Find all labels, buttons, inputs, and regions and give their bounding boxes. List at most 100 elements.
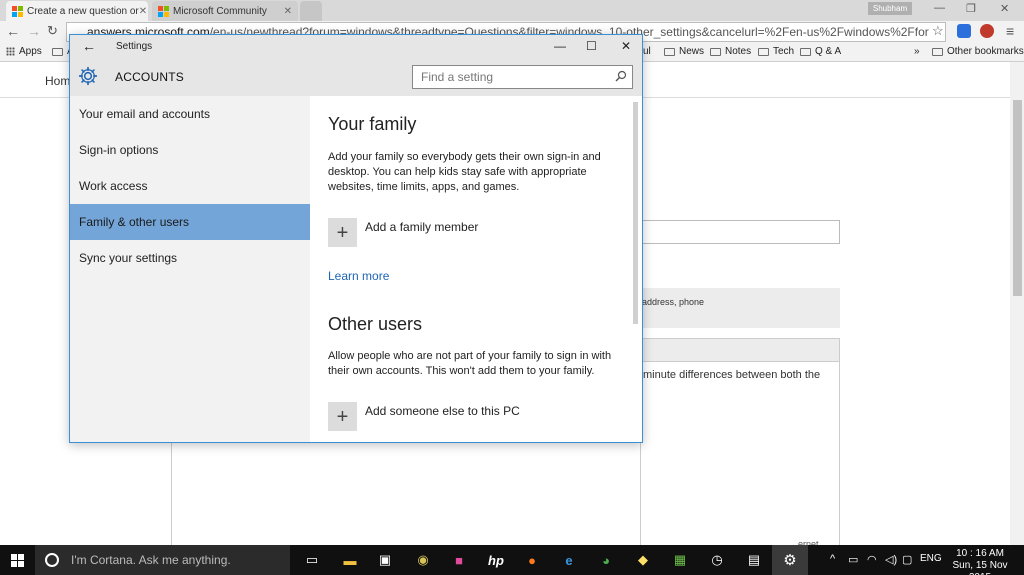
content-scrollbar[interactable] [633,102,638,324]
your-family-description: Add your family so everybody gets their … [328,151,601,193]
bookmark-label: News [679,46,705,57]
editor-toolbar [640,338,840,362]
tab-title: Microsoft Community [173,5,267,17]
clock[interactable]: 10 : 16 AM Sun, 15 Nov 2015 [945,548,1015,575]
app-icon[interactable]: ◆ [633,550,653,570]
home-link[interactable]: Hom [45,74,70,88]
bookmark-other[interactable]: Other bookmarks [932,46,1024,57]
hint-box: address, phone [640,288,840,328]
battery-icon[interactable]: ▭ [848,553,858,566]
reload-icon[interactable]: ↻ [47,24,58,38]
bookmark-notes[interactable]: Notes [710,46,751,57]
bookmark-news[interactable]: News [664,46,704,57]
cortana-icon [45,553,59,567]
tab-microsoft-community[interactable]: Microsoft Community ✕ [152,1,298,21]
close-tab-icon[interactable]: ✕ [284,6,292,17]
forward-arrow-icon[interactable]: → [27,24,41,38]
hp-icon[interactable]: hp [486,550,506,570]
bookmark-folder[interactable]: ul [643,46,651,57]
other-users-heading: Other users [328,314,423,334]
volume-icon[interactable]: ◁) [885,553,897,566]
gear-icon [78,66,98,86]
minimize-icon[interactable]: — [934,2,945,14]
search-input[interactable] [421,70,601,84]
profile-badge[interactable]: Shubham [868,2,912,15]
store-icon[interactable]: ▣ [375,550,395,570]
close-tab-icon[interactable]: ✕ [139,6,147,17]
bookmark-label: Other bookmarks [947,46,1024,57]
search-box[interactable] [412,65,633,89]
folder-icon [52,47,63,56]
bookmark-label: Tech [773,46,795,57]
close-icon[interactable]: ✕ [621,39,631,53]
add-family-member-button[interactable]: + Add a family member [328,218,478,247]
bookmark-label: Apps [19,46,42,57]
extension-icon[interactable] [980,24,994,38]
bookmark-label: » [914,46,920,57]
chevron-up-icon[interactable]: ^ [830,553,835,565]
settings-sidebar: Your email and accounts Sign-in options … [70,96,310,442]
other-users-description: Allow people who are not part of your fa… [328,350,612,377]
wifi-icon[interactable]: ◠ [867,553,877,566]
task-view-icon[interactable]: ▭ [302,550,322,570]
nav-sync-your-settings[interactable]: Sync your settings [70,240,310,276]
alarm-icon[interactable]: ◷ [707,550,727,570]
folder-icon [664,47,675,56]
bookmark-label: Q & A [815,46,842,57]
settings-window: ← Settings — ☐ ✕ ACCOUNTS Your email and… [69,34,643,443]
settings-header: ACCOUNTS [70,59,642,96]
tab-create-question[interactable]: Create a new question or ✕ [6,1,148,21]
bookmark-apps[interactable]: Apps [6,46,42,57]
apps-grid-icon [6,47,15,56]
browser-tab-bar: Create a new question or ✕ Microsoft Com… [0,0,1024,21]
nav-family-and-other-users[interactable]: Family & other users [70,204,310,240]
bookmark-tech[interactable]: Tech [758,46,794,57]
bookmarks-overflow-button[interactable]: » [914,46,920,57]
nav-your-email-and-accounts[interactable]: Your email and accounts [70,96,310,132]
language-indicator[interactable]: ENG [920,553,942,564]
your-family-heading: Your family [328,114,417,134]
edge-icon[interactable]: e [559,550,579,570]
clock-date: Sun, 15 Nov 2015 [952,560,1008,575]
page-scrollbar[interactable] [1010,62,1024,545]
extension-icon[interactable] [957,24,971,38]
folder-icon [932,47,943,56]
minimize-icon[interactable]: — [554,39,566,53]
microsoft-logo-icon [12,5,23,17]
file-explorer-icon[interactable]: ▬ [340,550,360,570]
taskbar: I'm Cortana. Ask me anything. ▭ ▬ ▣ ◉ ■ … [0,545,1024,575]
menu-icon[interactable]: ≡ [1006,24,1014,38]
restore-icon[interactable]: ❐ [966,2,976,15]
back-arrow-icon[interactable]: ← [82,38,96,54]
chrome-icon[interactable]: ◕ [596,550,616,570]
windows-start-icon[interactable] [11,554,24,567]
folder-icon [758,47,769,56]
plus-icon: + [328,218,357,247]
bookmark-label: ul [643,46,651,57]
app-icon[interactable]: ■ [449,550,469,570]
scrollbar-thumb[interactable] [1013,100,1022,296]
add-family-member-label: Add a family member [365,220,479,234]
app-icon[interactable]: ▤ [744,550,764,570]
app-icon[interactable]: ▦ [670,550,690,570]
title-field[interactable] [640,220,840,244]
new-tab-button[interactable] [300,1,322,21]
settings-gear-icon[interactable]: ⚙ [780,550,800,570]
nav-sign-in-options[interactable]: Sign-in options [70,132,310,168]
nav-work-access[interactable]: Work access [70,168,310,204]
bookmark-qa[interactable]: Q & A [800,46,841,57]
cortana-search-box[interactable]: I'm Cortana. Ask me anything. [35,545,290,575]
settings-content: Your family Add your family so everybody… [310,96,642,442]
add-someone-else-button[interactable]: + Add someone else to this PC [328,402,520,431]
learn-more-link[interactable]: Learn more [328,269,389,283]
question-body-editor[interactable]: minute differences between both the [640,361,840,546]
divider [171,442,172,545]
maximize-icon[interactable]: ☐ [586,39,597,53]
search-icon[interactable] [615,70,627,82]
notification-icon[interactable]: ▢ [902,553,912,566]
back-arrow-icon[interactable]: ← [6,24,20,38]
close-window-icon[interactable]: ✕ [1000,2,1009,15]
media-player-icon[interactable]: ◉ [413,550,433,570]
firefox-icon[interactable]: ● [522,550,542,570]
star-icon[interactable]: ☆ [932,24,944,38]
